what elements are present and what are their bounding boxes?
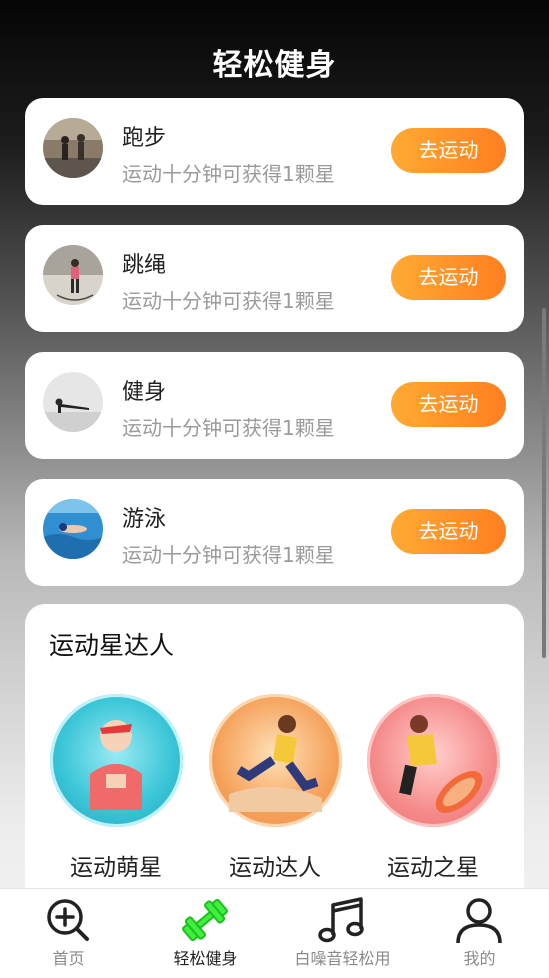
tab-mine[interactable]: 我的: [411, 889, 548, 978]
badge-label: 运动达人: [229, 855, 321, 881]
swimming-photo: [43, 499, 103, 559]
go-exercise-button[interactable]: 去运动: [391, 128, 506, 173]
activity-card-jump-rope: 跳绳 运动十分钟可获得1颗星 去运动: [25, 225, 524, 332]
activity-name: 跑步: [122, 126, 167, 151]
activity-card-fitness: 健身 运动十分钟可获得1颗星 去运动: [25, 352, 524, 459]
badge-sports-expert[interactable]: [209, 694, 342, 827]
activity-reward: 运动十分钟可获得1颗星: [122, 543, 335, 567]
dumbbell-icon: [182, 898, 228, 942]
tab-label: 我的: [463, 949, 496, 968]
activity-name: 跳绳: [122, 253, 167, 278]
badge-label: 运动之星: [387, 855, 479, 881]
running-photo: [43, 118, 103, 178]
activity-card-swimming: 游泳 运动十分钟可获得1颗星 去运动: [25, 479, 524, 586]
tab-white-noise[interactable]: 白噪音轻松用: [274, 889, 411, 978]
badge-cute-star[interactable]: [50, 694, 183, 827]
activity-name: 健身: [122, 380, 167, 405]
badge-label: 运动萌星: [70, 855, 162, 881]
tab-label: 轻松健身: [173, 949, 238, 968]
jump-rope-photo: [43, 245, 103, 305]
badge-sports-star[interactable]: [367, 694, 500, 827]
bottom-tab-bar: 首页 轻松健身 白噪音轻松用 我的: [0, 888, 549, 978]
tab-home[interactable]: 首页: [0, 889, 137, 978]
go-exercise-button[interactable]: 去运动: [391, 255, 506, 300]
tab-label: 白噪音轻松用: [294, 949, 391, 968]
star-achievements-panel: 运动星达人 运动萌星 运动达人 运动之星: [25, 604, 524, 904]
tab-easy-fitness[interactable]: 轻松健身: [137, 889, 274, 978]
activity-reward: 运动十分钟可获得1颗星: [122, 289, 335, 313]
section-title: 运动星达人: [49, 631, 175, 660]
plank-photo: [43, 372, 103, 432]
page-title: 轻松健身: [212, 48, 337, 83]
go-exercise-button[interactable]: 去运动: [391, 382, 506, 427]
go-exercise-button[interactable]: 去运动: [391, 509, 506, 554]
scrollbar[interactable]: [542, 308, 546, 658]
activity-name: 游泳: [122, 507, 167, 532]
activity-reward: 运动十分钟可获得1颗星: [122, 162, 335, 186]
activity-reward: 运动十分钟可获得1颗星: [122, 416, 335, 440]
activity-card-running: 跑步 运动十分钟可获得1颗星 去运动: [25, 98, 524, 205]
search-plus-icon: [47, 899, 89, 941]
tab-label: 首页: [52, 949, 85, 968]
music-note-icon: [318, 897, 364, 943]
person-icon: [456, 898, 502, 944]
